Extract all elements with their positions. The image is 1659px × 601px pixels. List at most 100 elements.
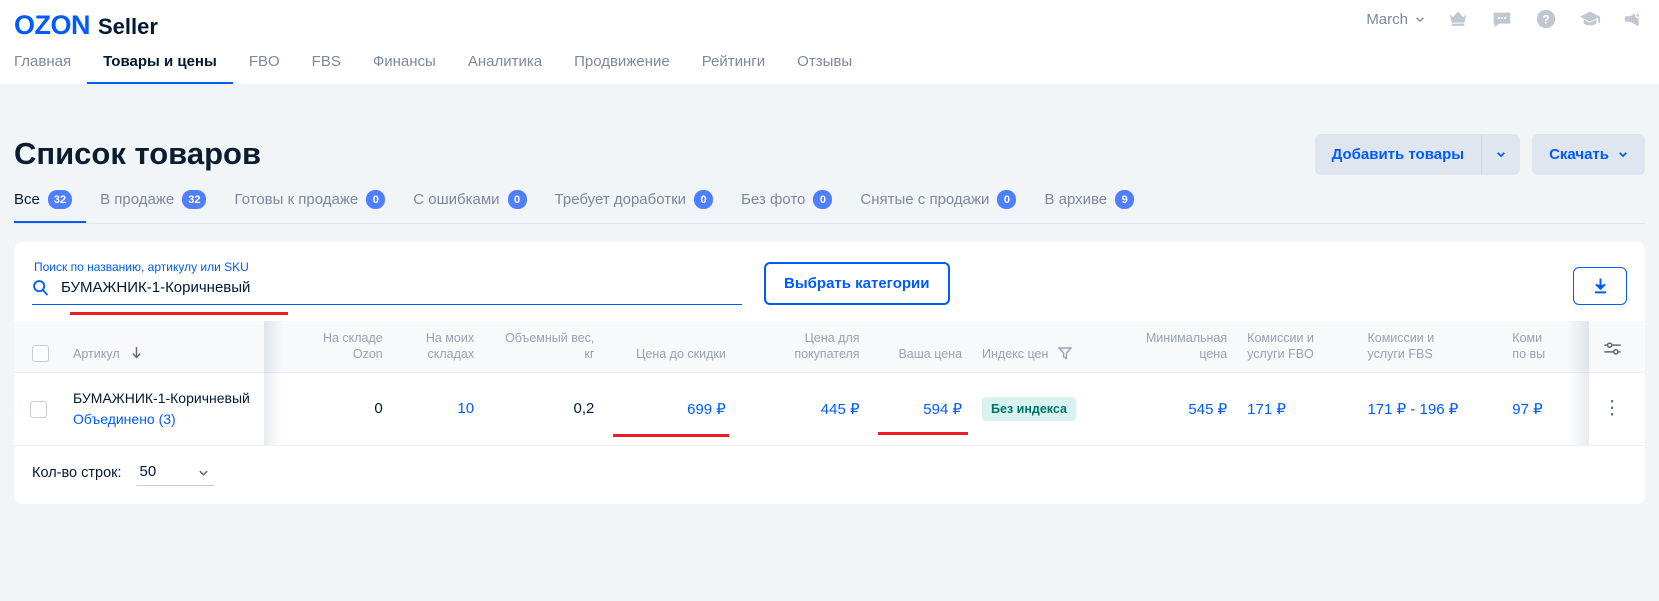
tab-bez-foto[interactable]: Без фото 0: [727, 180, 846, 223]
nav-item-analitika[interactable]: Аналитика: [452, 53, 558, 84]
nav-label: Отзывы: [797, 53, 852, 70]
cell-min-price[interactable]: 545 ₽: [1112, 373, 1237, 445]
rows-per-page-select[interactable]: 50: [136, 460, 214, 486]
col-price-index: Индекс цен: [972, 321, 1112, 373]
cell-row-menu: ⋮: [1580, 373, 1645, 445]
tab-count-badge: 0: [997, 190, 1016, 209]
col-stock-ozon: На складе Ozon: [295, 321, 393, 373]
search-field[interactable]: [32, 278, 742, 305]
table-row[interactable]: БУМАЖНИК-1-Коричневый Объединено (3) 0 1…: [14, 373, 1645, 445]
nav-item-otzyvy[interactable]: Отзывы: [781, 53, 868, 84]
row-checkbox[interactable]: [30, 401, 47, 418]
tab-gotovy-k-prodazhe[interactable]: Готовы к продаже 0: [220, 180, 399, 223]
rows-per-page-label: Кол-во строк:: [32, 465, 122, 481]
add-products-split-button: Добавить товары: [1315, 134, 1520, 175]
table-settings-icon[interactable]: [1603, 339, 1622, 358]
cell-price-before-discount[interactable]: 699 ₽: [604, 373, 735, 445]
brand-logo[interactable]: OZON Seller: [0, 0, 158, 41]
cell-your-price[interactable]: 594 ₽: [870, 373, 972, 445]
chevron-down-icon: [1496, 149, 1506, 159]
nav-item-prodvizhenie[interactable]: Продвижение: [558, 53, 686, 84]
tab-count-badge: 0: [813, 190, 832, 209]
nav-item-finansy[interactable]: Финансы: [357, 53, 452, 84]
tab-snyatye-s-prodazhi[interactable]: Снятые с продажи 0: [846, 180, 1030, 223]
sort-descending-icon[interactable]: [130, 346, 143, 359]
page-title: Список товаров: [14, 136, 261, 172]
row-select-cell: [14, 373, 63, 445]
nav-label: Продвижение: [574, 53, 670, 70]
tab-count-badge: 32: [48, 190, 72, 209]
nav-item-fbo[interactable]: FBO: [233, 53, 296, 84]
tab-label: С ошибками: [413, 191, 499, 208]
col-line1: Комиссии и: [1367, 331, 1434, 345]
add-products-dropdown-button[interactable]: [1481, 134, 1520, 175]
col-article[interactable]: Артикул: [63, 321, 277, 373]
col-line1: Ваша цена: [898, 347, 962, 361]
col-commissions-cut: Коми по вы: [1502, 321, 1580, 373]
nav-item-tovary-i-ceny[interactable]: Товары и цены: [87, 53, 233, 84]
annotation-underline-price-before: [613, 434, 728, 437]
annotation-underline-search: [70, 312, 288, 315]
nav-label: Главная: [14, 53, 71, 70]
select-all-checkbox[interactable]: [32, 345, 49, 362]
filter-icon[interactable]: [1058, 346, 1072, 360]
col-fbo-commissions: Комиссии и услуги FBO: [1237, 321, 1357, 373]
page-header: Список товаров Добавить товары Скачать: [14, 84, 1645, 180]
col-price-for-buyer: Цена для покупателя: [736, 321, 870, 373]
table-header: Артикул На складе Ozon На моих складах О…: [14, 321, 1645, 373]
col-line2: кг: [584, 347, 594, 361]
download-button[interactable]: Скачать: [1532, 134, 1645, 175]
nav-label: Рейтинги: [702, 53, 765, 70]
cell-price-index: Без индекса: [972, 373, 1112, 445]
filter-panel: Поиск по названию, артикулу или SKU Выбр…: [14, 242, 1645, 321]
tab-label: В архиве: [1044, 191, 1107, 208]
nav-item-glavnaya[interactable]: Главная: [14, 53, 87, 84]
cell-spacer: [277, 373, 295, 445]
search-input[interactable]: [59, 278, 742, 297]
cell-price-for-buyer[interactable]: 445 ₽: [736, 373, 870, 445]
cell-fbo-commissions[interactable]: 171 ₽: [1237, 373, 1357, 445]
nav-label: FBO: [249, 53, 280, 70]
crown-icon[interactable]: [1447, 8, 1469, 30]
add-products-button[interactable]: Добавить товары: [1315, 134, 1481, 175]
month-label: March: [1366, 11, 1408, 28]
tab-count-badge: 0: [694, 190, 713, 209]
choose-categories-button[interactable]: Выбрать категории: [764, 262, 950, 305]
export-button[interactable]: [1573, 267, 1627, 305]
products-table-wrap: Артикул На складе Ozon На моих складах О…: [14, 321, 1645, 445]
status-tabs: Все 32 В продаже 32 Готовы к продаже 0 С…: [14, 180, 1645, 224]
nav-item-reitingi[interactable]: Рейтинги: [686, 53, 781, 84]
tab-trebuet-dorabotki[interactable]: Требует доработки 0: [541, 180, 728, 223]
main-nav: Главная Товары и цены FBO FBS Финансы Ан…: [0, 53, 868, 84]
col-fbs-commissions: Комиссии и услуги FBS: [1357, 321, 1502, 373]
search-label: Поиск по названию, артикулу или SKU: [34, 260, 742, 274]
col-line1: На складе: [323, 331, 383, 345]
help-icon[interactable]: ?: [1535, 8, 1557, 30]
nav-item-fbs[interactable]: FBS: [296, 53, 357, 84]
chat-icon[interactable]: [1491, 8, 1513, 30]
month-selector[interactable]: March: [1366, 11, 1425, 28]
col-settings: [1580, 321, 1645, 373]
tab-v-arhive[interactable]: В архиве 9: [1030, 180, 1148, 223]
graduation-cap-icon[interactable]: [1579, 8, 1601, 30]
products-table: Артикул На складе Ozon На моих складах О…: [14, 321, 1645, 445]
article-grouped-link[interactable]: Объединено (3): [73, 410, 267, 428]
col-stock-my: На моих складах: [393, 321, 484, 373]
row-more-menu-icon[interactable]: ⋮: [1603, 398, 1623, 419]
cell-fbs-commissions[interactable]: 171 ₽ - 196 ₽: [1357, 373, 1502, 445]
col-article-label: Артикул: [73, 347, 120, 361]
tab-s-oshibkami[interactable]: С ошибками 0: [399, 180, 540, 223]
col-price-before-discount: Цена до скидки: [604, 321, 735, 373]
col-line1: На моих: [426, 331, 474, 345]
tab-label: Все: [14, 191, 40, 208]
nav-label: Финансы: [373, 53, 436, 70]
tab-label: Готовы к продаже: [234, 191, 358, 208]
cell-stock-my[interactable]: 10: [393, 373, 484, 445]
col-line1: Минимальная: [1146, 331, 1227, 345]
col-volume-weight: Объемный вес, кг: [484, 321, 604, 373]
price-before-value: 699 ₽: [687, 401, 726, 418]
tab-vse[interactable]: Все 32: [14, 180, 86, 223]
megaphone-icon[interactable]: [1623, 8, 1645, 30]
tab-v-prodazhe[interactable]: В продаже 32: [86, 180, 220, 223]
cell-commissions-cut[interactable]: 97 ₽: [1502, 373, 1580, 445]
